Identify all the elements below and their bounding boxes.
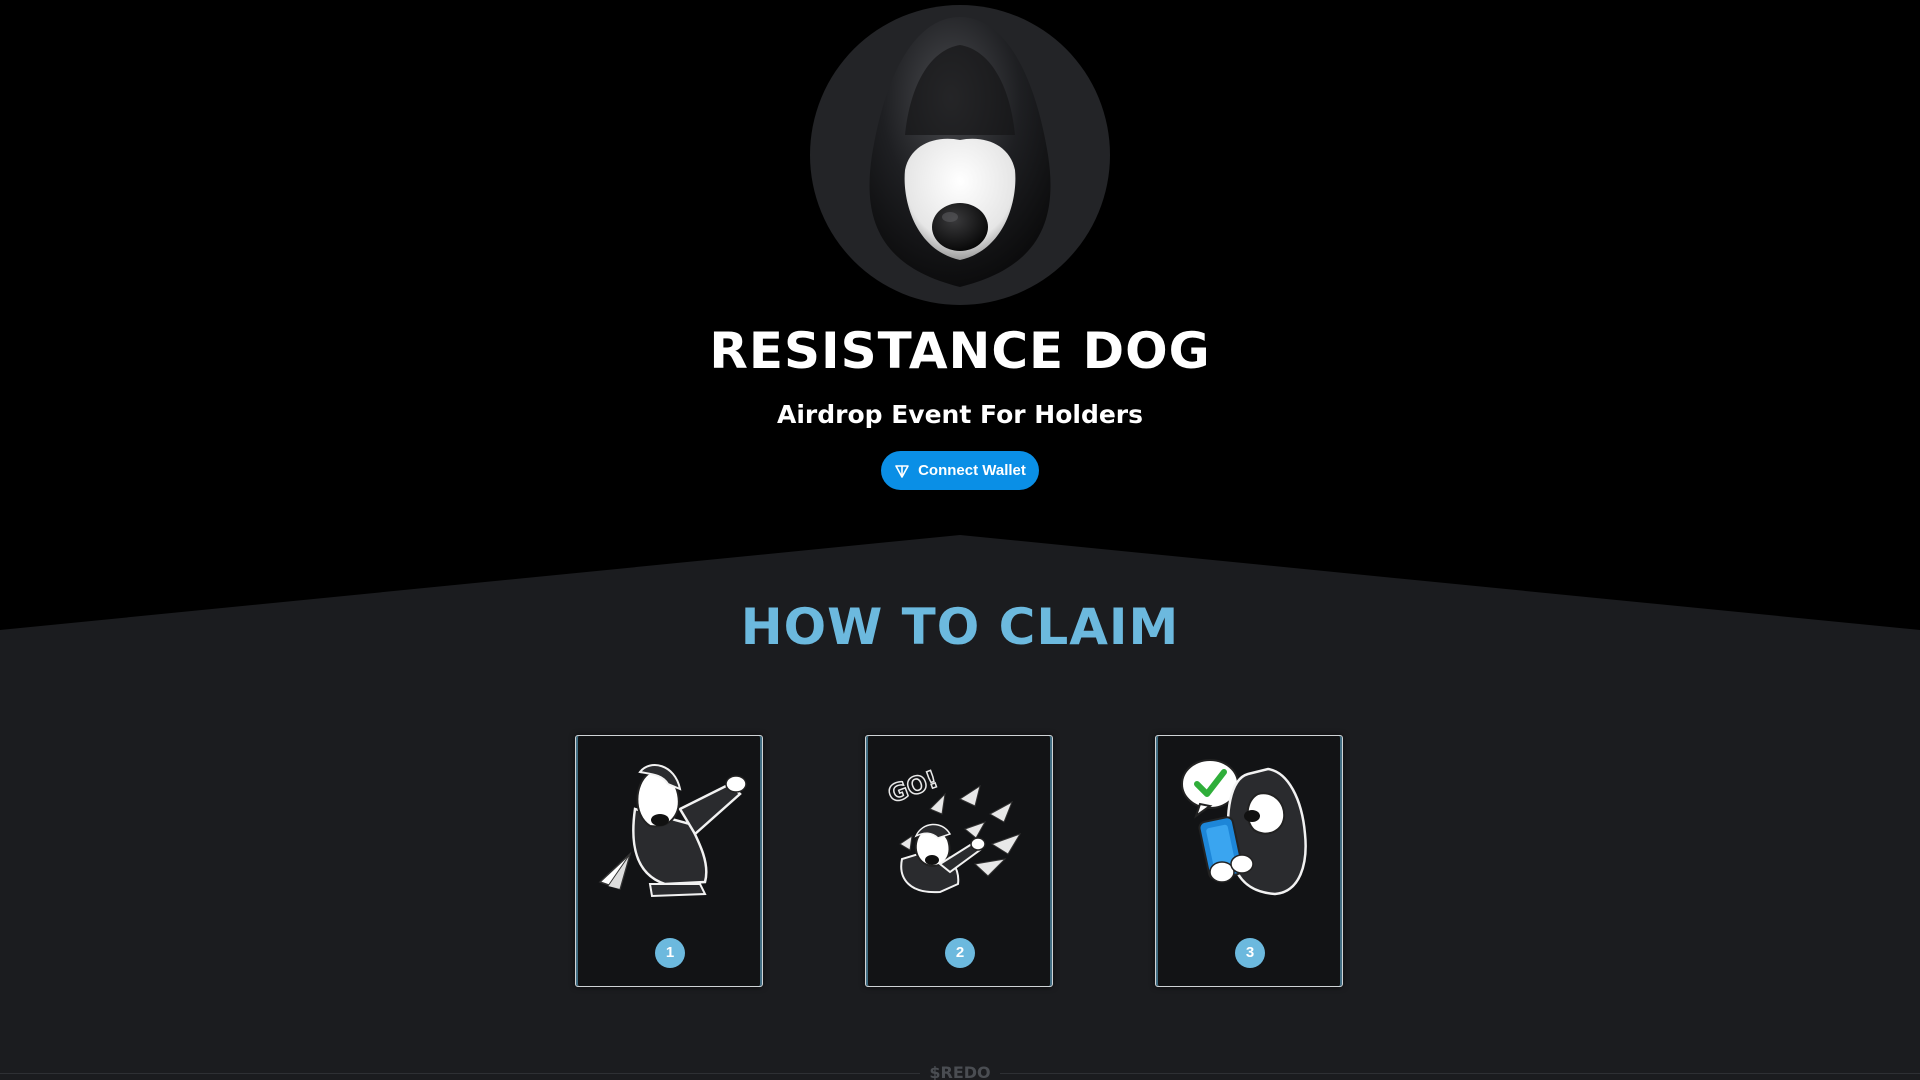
- step-number-badge: 1: [655, 938, 685, 968]
- page: RESISTANCE DOG Airdrop Event For Holders…: [0, 0, 1920, 1080]
- page-subtitle: Airdrop Event For Holders: [776, 400, 1144, 429]
- step-number-badge: 3: [1235, 938, 1265, 968]
- connect-wallet-label: Connect Wallet: [918, 462, 1026, 479]
- claim-step-card-2[interactable]: GO! 2: [865, 735, 1053, 987]
- dog-launching-planes-illustration: GO!: [883, 764, 1022, 894]
- svg-text:GO!: GO!: [884, 765, 942, 809]
- page-title: RESISTANCE DOG: [709, 322, 1211, 380]
- dog-throwing-plane-illustration: [598, 764, 747, 898]
- ton-diamond-icon: [894, 463, 910, 479]
- claim-step-card-3[interactable]: 3: [1155, 735, 1343, 987]
- resistance-dog-avatar: [810, 5, 1110, 305]
- connect-wallet-button[interactable]: Connect Wallet: [881, 451, 1039, 490]
- step-number-badge: 2: [945, 938, 975, 968]
- footer-token-label: $REDO: [920, 1062, 1000, 1080]
- dog-phone-checkmark-illustration: [1181, 759, 1307, 896]
- how-to-claim-heading: HOW TO CLAIM: [740, 598, 1180, 656]
- claim-step-card-1[interactable]: 1: [575, 735, 763, 987]
